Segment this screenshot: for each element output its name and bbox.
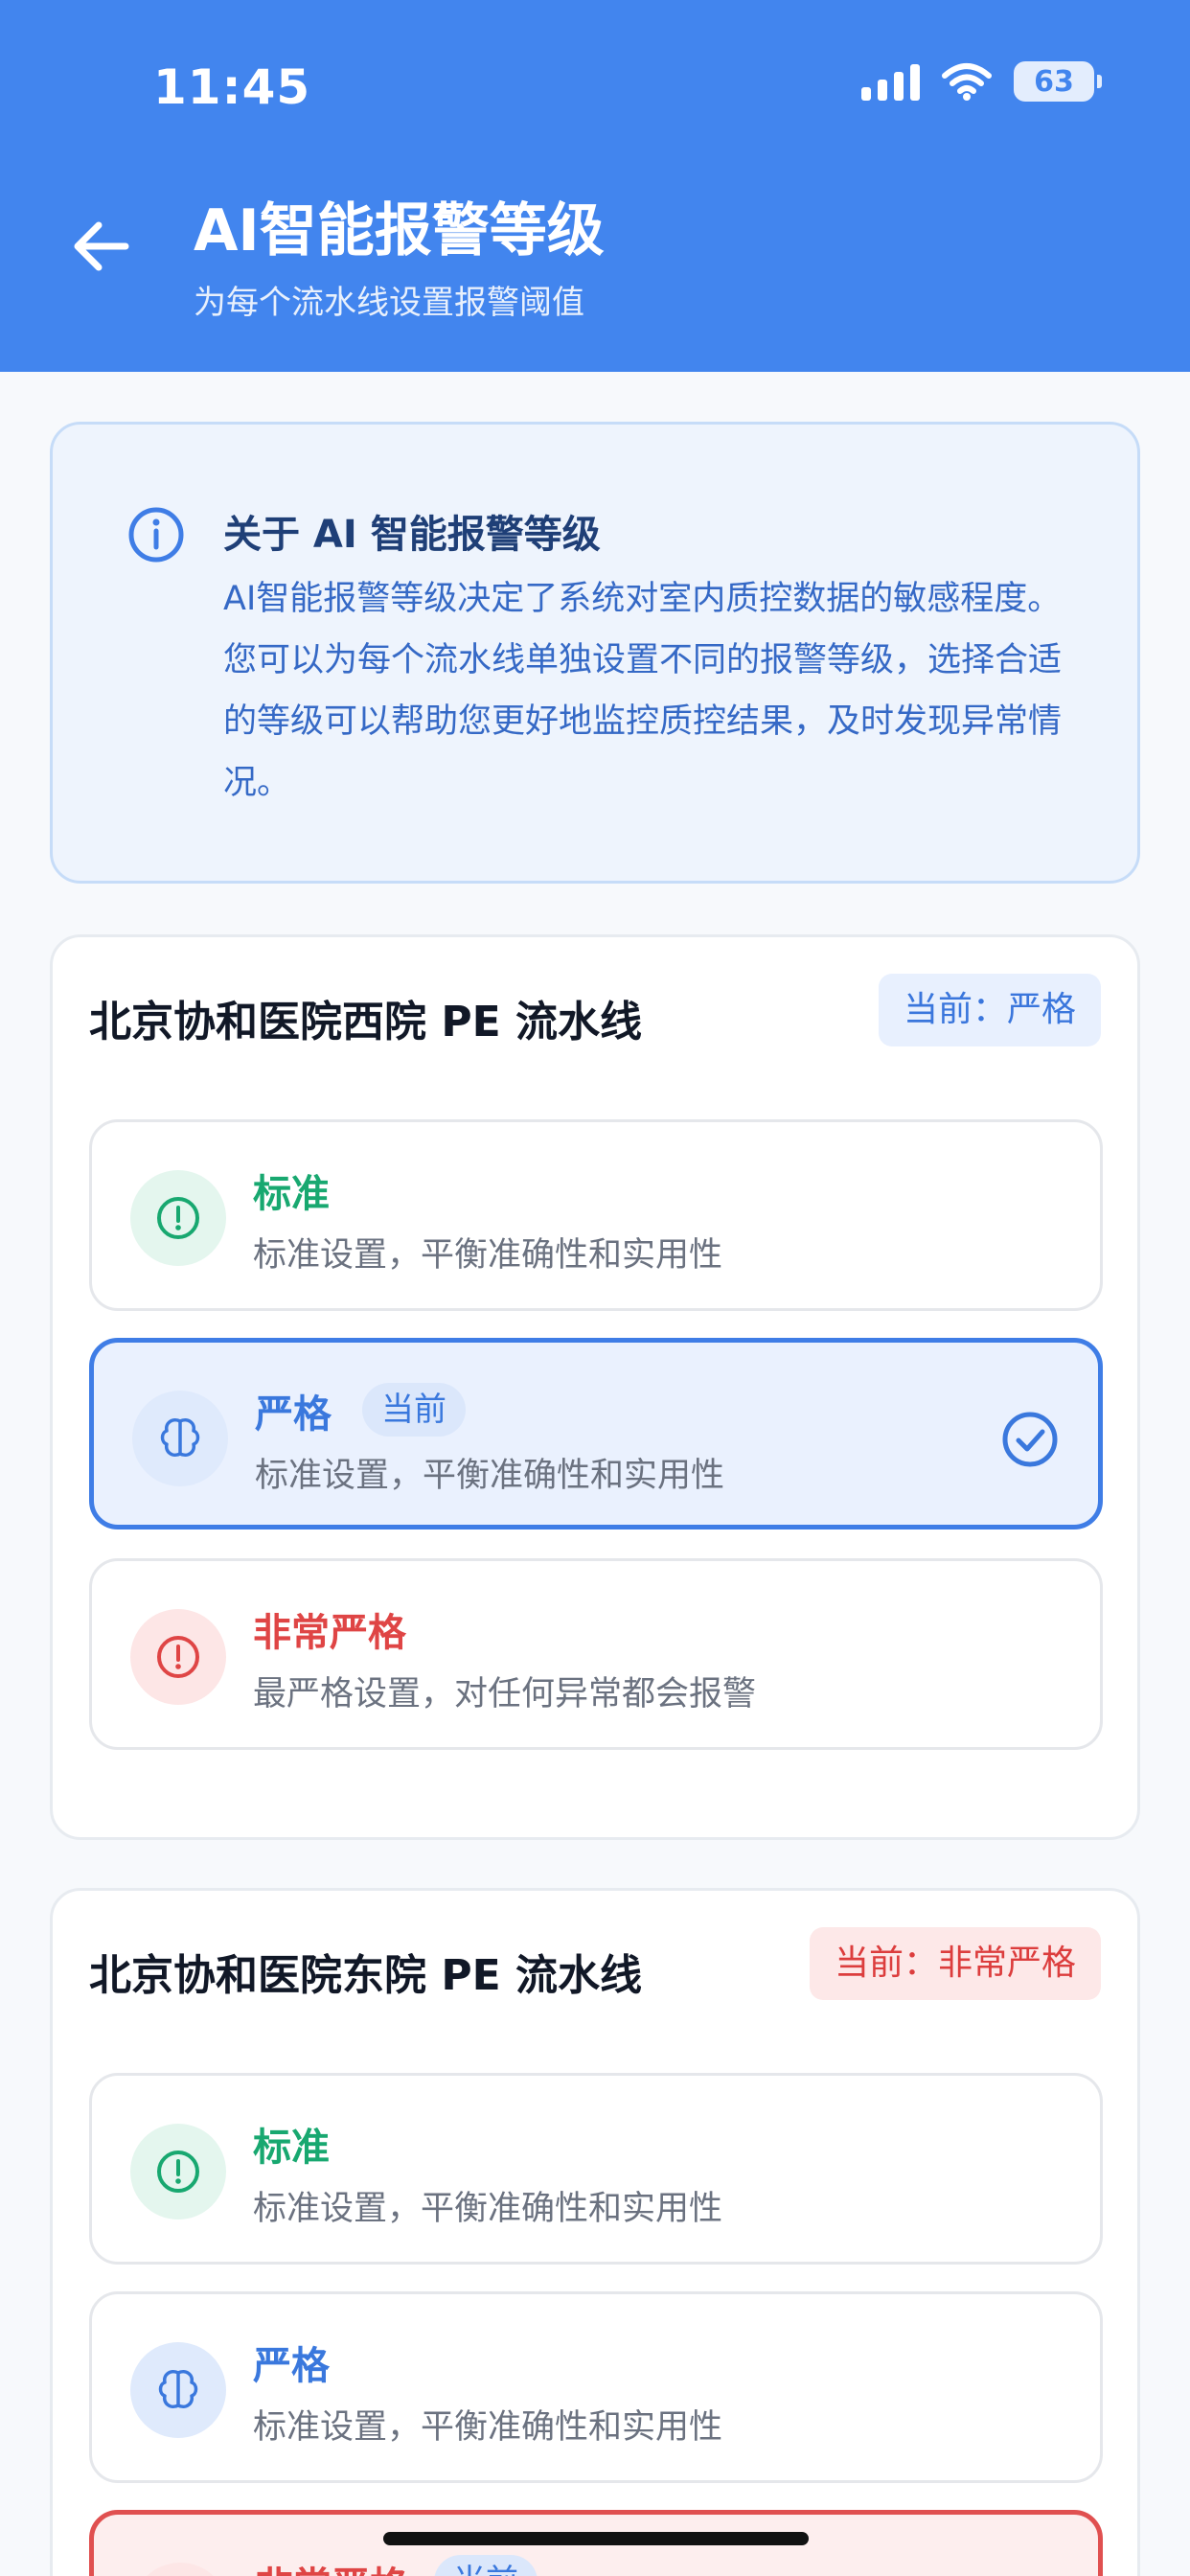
option-name: 标准	[253, 2126, 330, 2170]
battery-level: 63	[1034, 64, 1074, 99]
current-tag: 当前	[434, 2555, 538, 2576]
option-strict[interactable]: 严格 标准设置，平衡准确性和实用性	[89, 2291, 1103, 2483]
status-icons: 63	[861, 61, 1102, 102]
page-subtitle: 为每个流水线设置报警阈值	[194, 284, 584, 322]
option-standard[interactable]: 标准 标准设置，平衡准确性和实用性	[89, 1119, 1103, 1311]
info-icon	[128, 507, 184, 563]
alert-circle-icon	[130, 2124, 226, 2220]
current-level-badge: 当前：非常严格	[809, 1927, 1101, 2000]
app-header: 11:45 63 AI智能报警等级 为每个流水线设置报警阈值	[0, 0, 1190, 372]
option-name: 严格	[253, 2344, 330, 2388]
screen: 11:45 63 AI智能报警等级 为每个流水线设置报警阈值 关于 AI 智能报…	[0, 0, 1190, 2576]
brain-icon	[130, 2342, 226, 2438]
option-name: 非常严格	[253, 1611, 406, 1655]
option-name: 严格	[255, 1392, 332, 1437]
option-standard[interactable]: 标准 标准设置，平衡准确性和实用性	[89, 2073, 1103, 2265]
option-very-strict[interactable]: 非常严格 最严格设置，对任何异常都会报警	[89, 1558, 1103, 1750]
current-tag: 当前	[362, 1383, 466, 1437]
option-desc: 标准设置，平衡准确性和实用性	[253, 2408, 723, 2447]
alert-circle-icon	[132, 2563, 228, 2576]
option-desc: 标准设置，平衡准确性和实用性	[253, 1236, 723, 1275]
option-name: 标准	[253, 1172, 330, 1216]
info-title: 关于 AI 智能报警等级	[223, 513, 601, 557]
line-card-west: 北京协和医院西院 PE 流水线 当前：严格 标准 标准设置，平衡准确性和实用性 …	[50, 934, 1140, 1840]
alert-circle-icon	[130, 1170, 226, 1266]
brain-icon	[132, 1391, 228, 1486]
option-name: 非常严格	[255, 2555, 408, 2576]
info-panel: 关于 AI 智能报警等级 AI智能报警等级决定了系统对室内质控数据的敏感程度。您…	[50, 422, 1140, 884]
arrow-left-icon	[74, 221, 129, 271]
page-title: AI智能报警等级	[194, 197, 605, 264]
current-level-badge: 当前：严格	[878, 974, 1101, 1046]
line-name: 北京协和医院东院 PE 流水线	[89, 1951, 642, 2000]
check-circle-icon	[1002, 1412, 1058, 1467]
option-desc: 最严格设置，对任何异常都会报警	[253, 1675, 757, 1714]
back-button[interactable]	[67, 213, 134, 280]
status-time: 11:45	[153, 59, 311, 115]
option-strict[interactable]: 严格 当前 标准设置，平衡准确性和实用性	[89, 1338, 1103, 1530]
option-desc: 标准设置，平衡准确性和实用性	[255, 1457, 725, 1495]
battery-icon: 63	[1014, 61, 1102, 102]
line-name: 北京协和医院西院 PE 流水线	[89, 998, 642, 1046]
wifi-icon	[942, 63, 992, 101]
line-card-east: 北京协和医院东院 PE 流水线 当前：非常严格 标准 标准设置，平衡准确性和实用…	[50, 1888, 1140, 2576]
signal-icon	[861, 62, 920, 101]
alert-circle-icon	[130, 1609, 226, 1705]
home-indicator[interactable]	[383, 2532, 809, 2545]
info-text: AI智能报警等级决定了系统对室内质控数据的敏感程度。您可以为每个流水线单独设置不…	[223, 580, 1063, 802]
option-desc: 标准设置，平衡准确性和实用性	[253, 2190, 723, 2228]
